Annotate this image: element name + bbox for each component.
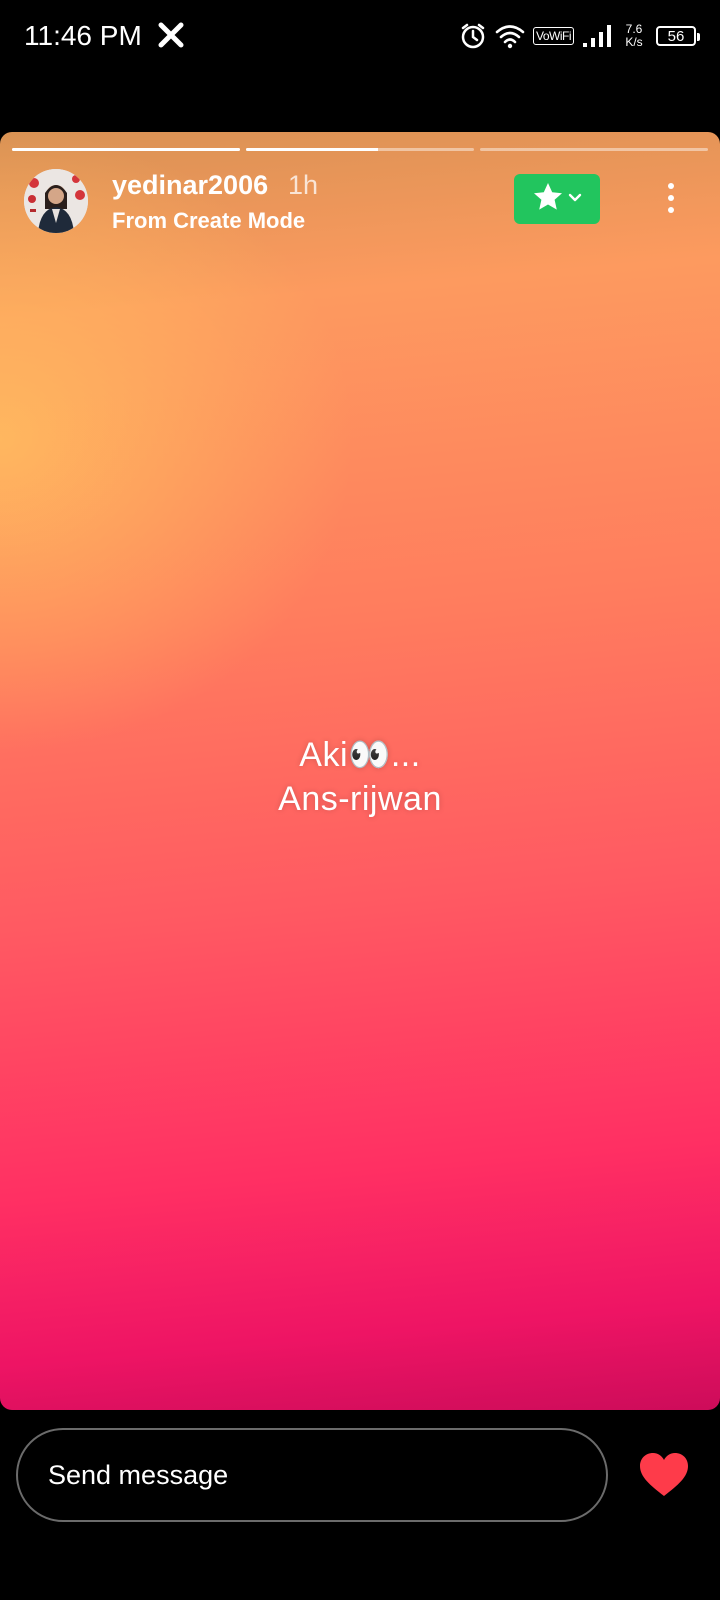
more-options-icon[interactable] <box>656 178 686 218</box>
wifi-icon <box>495 23 525 49</box>
battery-icon: 56 <box>656 26 700 46</box>
chevron-down-icon <box>568 190 582 208</box>
avatar[interactable] <box>24 169 88 233</box>
status-time: 11:46 PM <box>24 20 142 51</box>
progress-segment <box>246 148 474 151</box>
story-subtitle[interactable]: From Create Mode <box>112 208 305 234</box>
status-bar: 11:46 PM VoWiFi 7.6 K/s 56 <box>0 0 720 72</box>
favorites-button[interactable] <box>514 174 600 224</box>
x-app-icon <box>158 22 184 48</box>
story-username[interactable]: yedinar2006 <box>112 170 268 201</box>
star-icon <box>532 181 564 218</box>
progress-segment <box>12 148 240 151</box>
network-speed: 7.6 K/s <box>625 22 643 49</box>
battery-level: 56 <box>667 27 685 45</box>
story-text-line: Ans-rijwan <box>278 780 442 818</box>
story-progress <box>12 148 708 151</box>
alarm-icon <box>459 22 487 50</box>
signal-icon <box>582 23 612 49</box>
send-message-input[interactable] <box>16 1428 608 1522</box>
vowifi-badge: VoWiFi <box>532 27 574 45</box>
story-time-ago: 1h <box>288 170 319 200</box>
heart-icon[interactable] <box>638 1452 690 1498</box>
progress-segment <box>480 148 708 151</box>
story-card[interactable]: yedinar2006 1h From Create Mode Aki👀... … <box>0 132 720 1410</box>
story-text-line: Aki👀... <box>299 736 421 774</box>
